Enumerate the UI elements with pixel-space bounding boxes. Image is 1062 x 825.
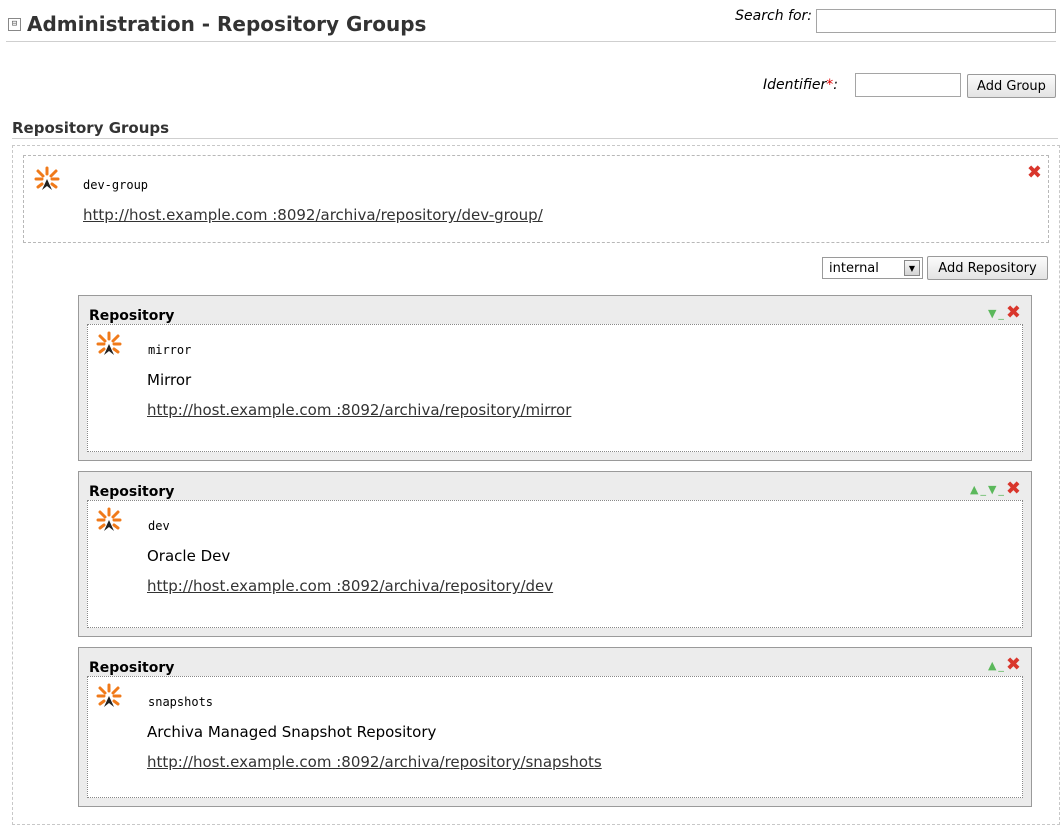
archiva-logo-icon xyxy=(96,331,122,355)
archiva-logo-icon xyxy=(34,166,60,190)
repository-controls: ▲ _ ▼ _ ✖ xyxy=(970,480,1021,498)
repository-name: Mirror xyxy=(147,371,192,389)
repository-controls: ▲ _ ✖ xyxy=(988,656,1021,674)
repository-id: snapshots xyxy=(148,695,214,709)
move-up-icon[interactable]: ▲ xyxy=(970,483,978,496)
move-down-icon[interactable]: ▼ xyxy=(988,307,996,320)
group-url-link[interactable]: http://host.example.com :8092/archiva/re… xyxy=(83,206,543,224)
repository-controls: ▼ _ ✖ xyxy=(988,304,1021,322)
section-title: Repository Groups xyxy=(12,119,170,137)
archiva-logo-icon xyxy=(96,683,122,707)
section-divider xyxy=(12,138,1058,139)
repository-panel-title: Repository xyxy=(89,484,175,500)
repository-url-link[interactable]: http://host.example.com :8092/archiva/re… xyxy=(147,577,553,595)
identifier-label: Identifier*: xyxy=(763,77,839,93)
remove-repository-icon[interactable]: ✖ xyxy=(1006,480,1021,498)
page-header: ⊟ Administration - Repository Groups xyxy=(8,12,426,36)
archiva-logo-icon xyxy=(96,507,122,531)
repository-panel: Repository ▼ _ ✖ mirror Mirror http://ho… xyxy=(78,295,1032,461)
search-label: Search for: xyxy=(735,8,812,24)
control-separator: _ xyxy=(998,482,1004,496)
repository-name: Oracle Dev xyxy=(147,547,231,565)
repository-card: snapshots Archiva Managed Snapshot Repos… xyxy=(87,676,1023,798)
move-down-icon[interactable]: ▼ xyxy=(988,483,996,496)
repository-panel: Repository ▲ _ ▼ _ ✖ dev Oracle Dev http… xyxy=(78,471,1032,637)
remove-group-icon[interactable]: ✖ xyxy=(1027,164,1042,182)
header-divider xyxy=(6,41,1056,42)
remove-repository-icon[interactable]: ✖ xyxy=(1006,656,1021,674)
repository-panel: Repository ▲ _ ✖ snapshots Archiva Manag… xyxy=(78,647,1032,807)
group-id: dev-group xyxy=(83,178,149,192)
repository-select[interactable]: internal ▼ xyxy=(822,257,923,279)
repository-select-value: internal xyxy=(829,260,879,276)
control-separator: _ xyxy=(980,482,986,496)
control-separator: _ xyxy=(998,658,1004,672)
repository-url-link[interactable]: http://host.example.com :8092/archiva/re… xyxy=(147,401,571,419)
identifier-input[interactable] xyxy=(855,73,961,97)
repository-panel-title: Repository xyxy=(89,308,175,324)
collapse-icon[interactable]: ⊟ xyxy=(8,17,21,31)
repository-id: mirror xyxy=(148,343,192,357)
repository-group-card: dev-group http://host.example.com :8092/… xyxy=(23,155,1049,243)
repository-id: dev xyxy=(148,519,170,533)
page-title: Administration - Repository Groups xyxy=(27,12,427,36)
repository-name: Archiva Managed Snapshot Repository xyxy=(147,723,437,741)
repository-panel-title: Repository xyxy=(89,660,175,676)
chevron-down-icon[interactable]: ▼ xyxy=(904,260,920,276)
add-repository-button[interactable]: Add Repository xyxy=(927,256,1048,280)
remove-repository-icon[interactable]: ✖ xyxy=(1006,304,1021,322)
move-up-icon[interactable]: ▲ xyxy=(988,659,996,672)
repository-card: dev Oracle Dev http://host.example.com :… xyxy=(87,500,1023,628)
add-group-button[interactable]: Add Group xyxy=(967,74,1056,98)
control-separator: _ xyxy=(998,306,1004,320)
search-input[interactable] xyxy=(816,9,1056,33)
repository-url-link[interactable]: http://host.example.com :8092/archiva/re… xyxy=(147,753,602,771)
repository-card: mirror Mirror http://host.example.com :8… xyxy=(87,324,1023,452)
